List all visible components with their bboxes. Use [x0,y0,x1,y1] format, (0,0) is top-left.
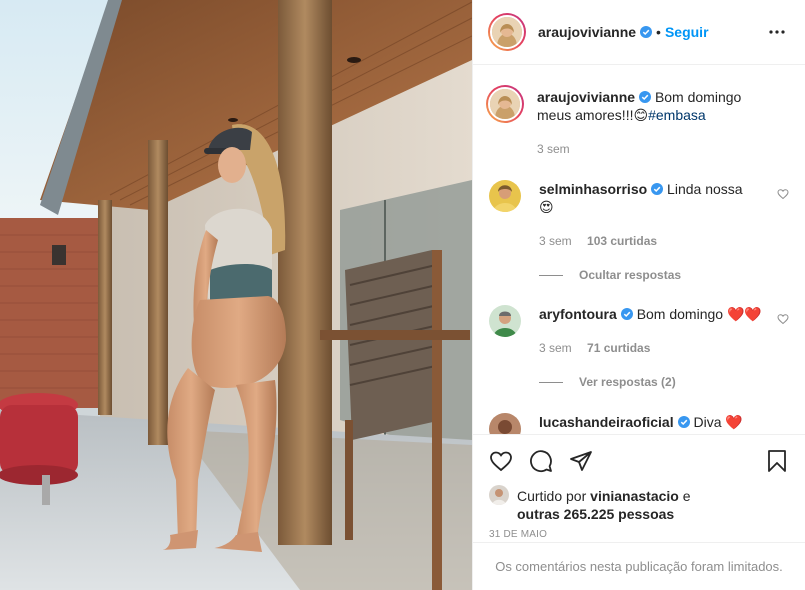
comment-icon[interactable] [529,449,553,473]
post-photo-illustration [0,0,472,590]
avatar-portrait [489,485,509,505]
post-header: araujovivianne • Seguir [473,0,805,65]
comment-likes[interactable]: 71 curtidas [587,341,650,355]
caption-author-avatar-image [488,87,522,121]
verified-badge-icon [640,26,653,38]
comment: lucashandeiraoficial Diva ❤️ [489,413,789,434]
author-avatar-image [490,15,524,49]
avatar-portrait [489,413,521,434]
caption-body: araujovivianne Bom domingo meus amores!!… [537,88,789,158]
comment: aryfontoura Bom domingo ❤️❤️ 3 sem 71 cu… [489,305,789,391]
caption-username[interactable]: araujovivianne [537,89,635,105]
heart-outline-icon[interactable] [489,449,513,473]
comment-text: Bom domingo [636,306,724,322]
like-comment-heart-icon[interactable] [777,188,789,200]
caption: araujovivianne Bom domingo meus amores!!… [486,85,789,158]
verified-badge-icon [639,91,652,103]
hide-replies-button[interactable]: Ocultar respostas [539,266,765,284]
likes-summary: Curtido por vinianastacio e outras 265.2… [473,485,805,523]
avatar-portrait [492,17,522,47]
comment-meta: 3 sem 103 curtidas [539,232,765,250]
commenter-avatar[interactable] [489,413,521,434]
liked-by-and: e [682,488,691,504]
comment-time[interactable]: 3 sem [539,341,572,355]
post-date[interactable]: 31 de maio [473,529,805,540]
action-bar [473,435,805,487]
comment-username[interactable]: selminhasorriso [539,181,647,197]
liked-by-prefix: Curtido por [517,488,587,504]
comment-username[interactable]: aryfontoura [539,306,617,322]
avatar-portrait [489,305,521,337]
replies-label[interactable]: Ver respostas (2) [579,373,676,391]
replies-line [539,274,563,276]
avatar-portrait [489,180,521,212]
verified-badge-icon [620,308,633,320]
verified-badge-icon [677,416,690,428]
share-icon[interactable] [569,449,593,473]
comment-body: selminhasorriso Linda nossa 😍 3 sem 103 … [539,180,789,284]
comments-list[interactable]: araujovivianne Bom domingo meus amores!!… [473,66,805,434]
comment-likes[interactable]: 103 curtidas [587,234,657,248]
commenter-avatar[interactable] [489,180,521,212]
liked-by-user[interactable]: vinianastacio [590,488,679,504]
author-avatar[interactable] [488,13,526,51]
liker-avatar[interactable] [489,485,509,505]
view-replies-button[interactable]: Ver respostas (2) [539,373,765,391]
replies-label[interactable]: Ocultar respostas [579,266,681,284]
like-comment-heart-icon[interactable] [777,313,789,325]
comment-emoji: 😍 [539,199,554,215]
replies-line [539,381,563,383]
comment-emoji: ❤️ [725,414,743,430]
caption-author-avatar[interactable] [486,85,524,123]
comment-emoji: ❤️❤️ [726,306,762,322]
comment-text: Diva [693,414,722,430]
more-options-icon[interactable] [765,20,789,44]
comment: selminhasorriso Linda nossa 😍 3 sem 103 … [489,180,789,284]
comment-text: Linda nossa [667,181,743,197]
separator-dot: • [656,24,661,40]
caption-time[interactable]: 3 sem [537,142,570,156]
comment-meta: 3 sem 71 curtidas [539,339,765,357]
instagram-post: araujovivianne • Seguir araujovivianne B… [0,0,805,590]
liked-by-others[interactable]: outras 265.225 pessoas [517,506,674,522]
commenter-avatar[interactable] [489,305,521,337]
comment-username[interactable]: lucashandeiraoficial [539,414,674,430]
comment-body: lucashandeiraoficial Diva ❤️ [539,413,789,434]
comments-limited-notice: Os comentários nesta publicação foram li… [473,542,805,590]
caption-emoji: 😊 [633,107,649,123]
comment-time[interactable]: 3 sem [539,234,572,248]
likes-text: Curtido por vinianastacio e outras 265.2… [517,487,691,523]
follow-button[interactable]: Seguir [665,24,709,40]
bookmark-icon[interactable] [765,449,789,473]
post-details-panel: araujovivianne • Seguir araujovivianne B… [472,0,805,590]
post-photo[interactable] [0,0,472,590]
comment-body: aryfontoura Bom domingo ❤️❤️ 3 sem 71 cu… [539,305,789,391]
post-actions-area: Curtido por vinianastacio e outras 265.2… [473,434,805,540]
caption-hashtag[interactable]: #embasa [648,107,706,123]
caption-meta: 3 sem [537,140,765,158]
avatar-portrait [490,89,520,119]
author-username[interactable]: araujovivianne [538,24,636,40]
verified-badge-icon [651,183,664,195]
